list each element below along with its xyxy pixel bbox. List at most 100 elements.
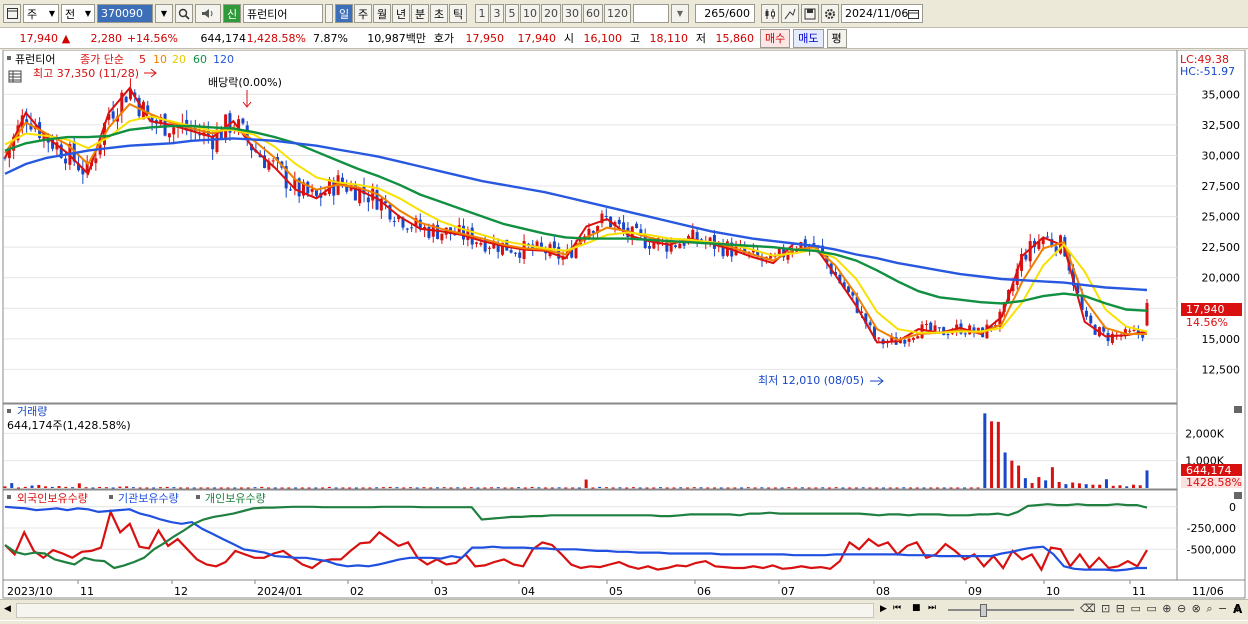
x-axis-label: 07 bbox=[781, 585, 795, 598]
zoom-slider-handle[interactable] bbox=[980, 604, 987, 617]
period-tab-6[interactable]: 틱 bbox=[449, 4, 467, 23]
volume-bar bbox=[179, 487, 183, 489]
scroll-right-arrow[interactable]: ▶ bbox=[880, 603, 890, 616]
volume-bar bbox=[37, 484, 41, 488]
name-dropdown[interactable] bbox=[325, 4, 333, 23]
draw-tool-icon[interactable] bbox=[781, 4, 799, 23]
buy-button[interactable]: 매수 bbox=[760, 28, 791, 48]
volume-bar bbox=[990, 421, 994, 488]
volume-bar bbox=[807, 487, 811, 489]
interval-button-5[interactable]: 5 bbox=[505, 4, 519, 23]
maximize-volume-icon[interactable] bbox=[1234, 406, 1242, 413]
volume-bar bbox=[341, 487, 345, 489]
scroll-track[interactable] bbox=[16, 603, 874, 618]
volume-bar bbox=[760, 487, 764, 489]
market-type-label: 주 bbox=[27, 7, 38, 21]
interval-button-1[interactable]: 1 bbox=[475, 4, 489, 23]
candle-body bbox=[513, 252, 517, 254]
volume-bar bbox=[158, 487, 162, 489]
eval-button[interactable]: 평 bbox=[826, 28, 847, 48]
volume-bar bbox=[814, 487, 818, 489]
volume-bar bbox=[131, 487, 135, 489]
volume-bar bbox=[388, 486, 392, 488]
sound-button[interactable] bbox=[195, 4, 221, 23]
candle-body bbox=[673, 245, 677, 247]
dividend-marker: 배당락(0.00%) bbox=[208, 76, 282, 89]
interval-button-60[interactable]: 60 bbox=[583, 4, 603, 23]
candle-body bbox=[172, 127, 176, 135]
candle-body bbox=[167, 133, 171, 138]
first-page-button[interactable]: ⏮ bbox=[893, 603, 901, 613]
zoom-slider[interactable] bbox=[948, 609, 1074, 611]
dropdown-button[interactable]: ▼ bbox=[155, 4, 173, 23]
date-field[interactable]: 2024/11/06 bbox=[841, 4, 923, 23]
candle-type-icon[interactable] bbox=[761, 4, 779, 23]
x-axis-label: 11 bbox=[1132, 585, 1146, 598]
table-toggle-icon[interactable] bbox=[8, 70, 22, 83]
last-page-button[interactable]: ⏭ bbox=[928, 603, 936, 613]
interval-button-30[interactable]: 30 bbox=[562, 4, 582, 23]
market-type-select[interactable]: 주 ▼ bbox=[23, 4, 59, 23]
volume-bar bbox=[902, 487, 906, 489]
candle-body bbox=[1084, 310, 1088, 317]
volume-bar bbox=[165, 486, 169, 488]
candle-body bbox=[94, 158, 98, 164]
price-tick-label: 30,000 bbox=[1202, 149, 1241, 162]
volume-bar bbox=[395, 487, 399, 489]
volume-bar bbox=[1104, 479, 1108, 488]
period-tab-0[interactable]: 일 bbox=[335, 4, 353, 23]
period-tab-2[interactable]: 월 bbox=[373, 4, 391, 23]
data-count-field[interactable]: 265/600 bbox=[695, 4, 755, 23]
high-label: 고 bbox=[629, 32, 640, 45]
volume-bar bbox=[584, 479, 588, 488]
interval-custom-input[interactable] bbox=[633, 4, 669, 23]
volume-bar bbox=[1003, 452, 1007, 488]
volume-bar bbox=[517, 487, 521, 489]
legend-ma20: 20 bbox=[172, 53, 186, 66]
scroll-left-arrow[interactable]: ◀ bbox=[4, 603, 14, 616]
stop-button[interactable]: ■ bbox=[912, 603, 921, 613]
period-tab-1[interactable]: 주 bbox=[354, 4, 372, 23]
chart-svg[interactable]: 35,000 32,500 30,000 27,500 25,000 22,500 20,0… bbox=[0, 49, 1248, 621]
ask-label: 호가 bbox=[433, 32, 454, 45]
maximize-holding-icon[interactable] bbox=[1234, 492, 1242, 499]
volume-bar bbox=[841, 487, 845, 489]
legend-ma5: 5 bbox=[139, 53, 146, 66]
interval-button-20[interactable]: 20 bbox=[541, 4, 561, 23]
volume-bar bbox=[577, 487, 581, 489]
volume-value: 644,174 bbox=[200, 31, 247, 45]
tool-icons[interactable]: ⌫ ⊡ ⊟ ▭ ▭ ⊕ ⊖ ⊗ ⌕ − + bbox=[1080, 602, 1243, 616]
chart-area[interactable]: 35,000 32,500 30,000 27,500 25,000 22,500 20,0… bbox=[0, 49, 1248, 621]
candle-body bbox=[1128, 330, 1132, 332]
volume-bar bbox=[706, 487, 710, 489]
sell-button[interactable]: 매도 bbox=[793, 28, 824, 48]
price-tick-label: 15,000 bbox=[1202, 333, 1241, 346]
volume-bar bbox=[233, 487, 237, 489]
interval-button-10[interactable]: 10 bbox=[520, 4, 540, 23]
interval-dropdown[interactable]: ▼ bbox=[671, 4, 689, 23]
gear-icon[interactable] bbox=[821, 4, 839, 23]
interval-button-120[interactable]: 120 bbox=[604, 4, 631, 23]
prev-select[interactable]: 전 ▼ bbox=[61, 4, 95, 23]
stock-code-input[interactable]: 370090 bbox=[97, 4, 153, 23]
period-tab-3[interactable]: 년 bbox=[392, 4, 410, 23]
candle-body bbox=[1132, 329, 1136, 331]
save-icon[interactable] bbox=[801, 4, 819, 23]
search-button[interactable] bbox=[175, 4, 193, 23]
volume-bar bbox=[1111, 485, 1115, 488]
chevron-down-icon: ▼ bbox=[84, 9, 91, 18]
candle-body bbox=[462, 225, 466, 240]
volume-bar bbox=[1017, 465, 1021, 488]
candle-body bbox=[475, 242, 479, 244]
low-label: 저 bbox=[695, 32, 706, 45]
font-size-a-icon[interactable]: A bbox=[1233, 602, 1242, 616]
period-tab-5[interactable]: 초 bbox=[430, 4, 448, 23]
prev-label: 전 bbox=[65, 7, 76, 21]
volume-bar bbox=[652, 487, 656, 489]
interval-button-3[interactable]: 3 bbox=[490, 4, 504, 23]
chevron-down-icon: ▼ bbox=[160, 9, 168, 18]
legend-ma10: 10 bbox=[153, 53, 167, 66]
volume-bar bbox=[888, 487, 892, 489]
window-icon[interactable] bbox=[3, 4, 21, 23]
period-tab-4[interactable]: 분 bbox=[411, 4, 429, 23]
